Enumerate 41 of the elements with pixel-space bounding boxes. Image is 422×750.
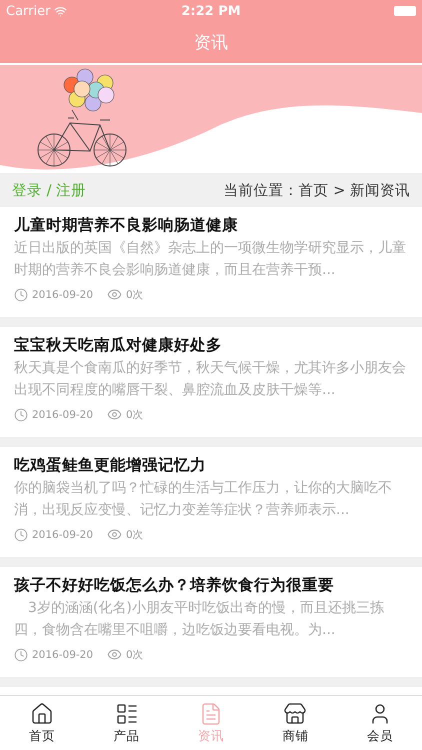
clock-icon — [14, 528, 28, 542]
status-time: 2:22 PM — [181, 4, 241, 18]
battery-icon — [394, 6, 416, 16]
eye-icon — [107, 647, 122, 662]
home-icon — [30, 702, 54, 726]
view-count: 0次 — [126, 408, 144, 422]
page-title: 资讯 — [194, 32, 228, 54]
clock-icon — [14, 408, 28, 422]
store-icon — [283, 702, 308, 726]
clock-icon — [14, 288, 28, 302]
view-count: 0次 — [126, 648, 144, 662]
article-card[interactable]: 吃鸡蛋鲑鱼更能增强记忆力 你的脑袋当机了吗？忙碌的生活与工作压力，让你的大脑吃不消，出现反应变慢、记忆力变差等症状？营养师表示... 2016-09-20 0次 — [0, 447, 422, 557]
article-card[interactable]: 儿童时期营养不良影响肠道健康 近日出版的英国《自然》杂志上的一项微生物学研究显示，儿童时期的营养不良会影响肠道健康，而且在营养干预... 2016-09-20 0次 — [0, 207, 422, 317]
breadcrumb-text: 当前位置：首页 > 新闻资讯 — [224, 182, 410, 200]
tab-bar-item[interactable]: 产品 — [84, 696, 169, 750]
eye-icon — [107, 287, 122, 302]
tab-bar-item[interactable]: 会员 — [338, 696, 422, 750]
article-summary: 近日出版的英国《自然》杂志上的一项微生物学研究显示，儿童时期的营养不良会影响肠道健康，而且在营养干预... — [14, 239, 407, 280]
article-date: 2016-09-20 — [32, 408, 94, 420]
article-card[interactable]: 宝宝秋天吃南瓜对健康好处多 秋天真是个食南瓜的好季节，秋天气候干燥，尤其许多小朋友会出现不同程度的嘴唇干裂、鼻腔流血及皮肤干燥等... 2016-09-20 0次 — [0, 327, 422, 437]
article-title: 宝宝秋天吃南瓜对健康好处多 — [14, 335, 223, 356]
article-title: 吃鸡蛋鲑鱼更能增强记忆力 — [14, 455, 207, 476]
list-icon — [114, 702, 139, 726]
article-title: 孩子不好好吃饭怎么办？培养饮食行为很重要 — [14, 575, 335, 596]
article-summary: 你的脑袋当机了吗？忙碌的生活与工作压力，让你的大脑吃不消，出现反应变慢、记忆力变差等症状？营养师表示... — [14, 479, 393, 520]
carrier-label: Carrier — [6, 4, 50, 18]
article-date: 2016-09-20 — [32, 528, 94, 540]
article-title: 儿童时期营养不良影响肠道健康 — [14, 215, 239, 236]
tab-bar-item[interactable]: 首页 — [0, 696, 84, 750]
tab-bar-item[interactable]: 商铺 — [253, 696, 338, 750]
eye-icon — [107, 407, 122, 422]
article-date: 2016-09-20 — [32, 288, 94, 300]
clock-icon — [14, 648, 28, 662]
article-summary: 秋天真是个食南瓜的好季节，秋天气候干燥，尤其许多小朋友会出现不同程度的嘴唇干裂、鼻腔流血及皮肤干燥等... — [14, 359, 407, 400]
wifi-icon — [54, 4, 68, 18]
view-count: 0次 — [126, 288, 144, 302]
article-date: 2016-09-20 — [32, 648, 94, 660]
eye-icon — [107, 527, 122, 542]
article-card[interactable]: 孩子不好好吃饭怎么办？培养饮食行为很重要 3岁的涵涵(化名)小朋友平时吃饭出奇的慢，而且还挑三拣四，食物含在嘴里不咀嚼，边吃饭边要看电视。为... 2016-09-20 0次 — [0, 567, 422, 677]
article-summary: 3岁的涵涵(化名)小朋友平时吃饭出奇的慢，而且还挑三拣四，食物含在嘴里不咀嚼，边吃饭边要看电视。为... — [14, 599, 385, 640]
view-count: 0次 — [126, 528, 144, 542]
